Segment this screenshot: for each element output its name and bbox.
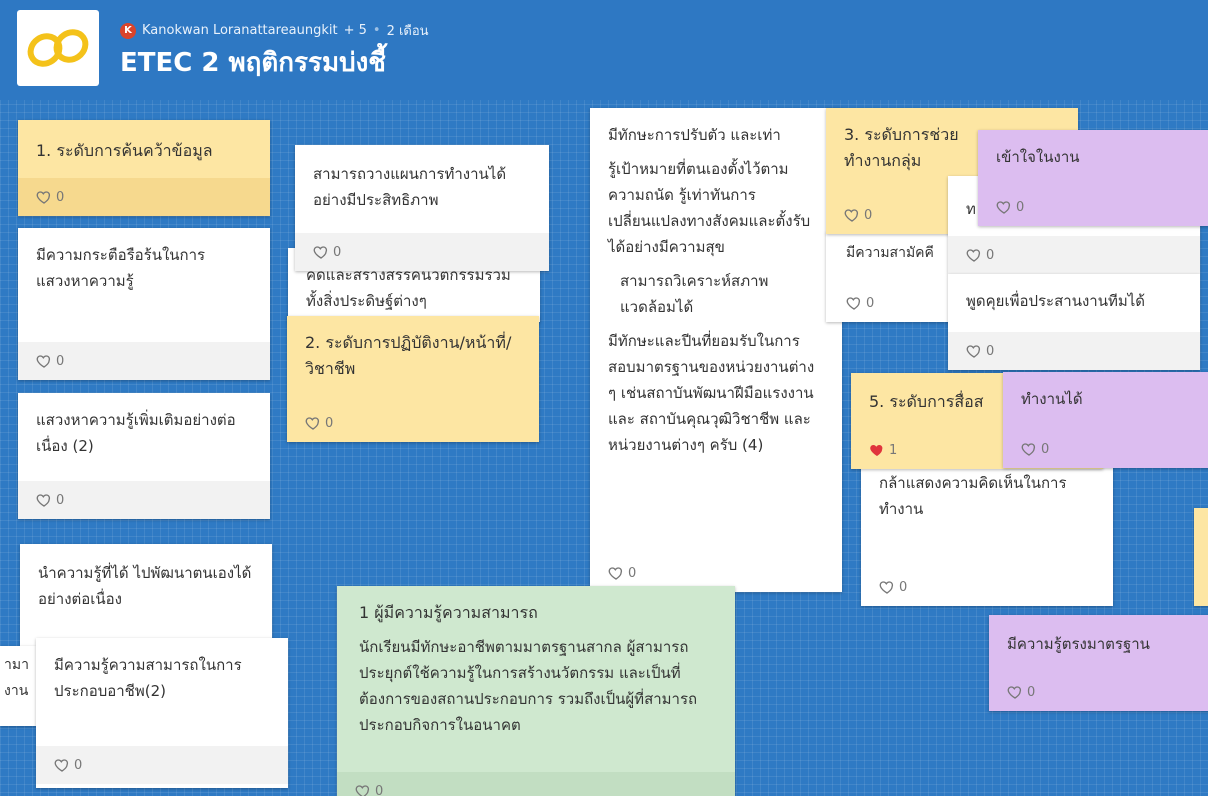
post-text: สามารถวางแผนการทำงานได้อย่างมีประสิทธิภา… [295, 145, 549, 213]
post-text-4: มีทักษะและปีนที่ยอมรับในการสอบมาตรฐานของ… [608, 328, 824, 458]
like-count: 0 [1016, 200, 1024, 215]
post-adapt[interactable]: มีทักษะการปรับตัว และเท่า รู้เป้าหมายที่… [590, 108, 842, 592]
post-seek[interactable]: แสวงหาความรู้เพิ่มเติมอย่างต่อเนื่อง (2)… [18, 393, 270, 519]
meta-separator: • [373, 23, 381, 38]
padlet-logo[interactable] [17, 10, 99, 86]
like-count: 0 [375, 784, 383, 796]
like-count: 1 [889, 443, 897, 458]
post-text: มีความกระตือรือร้นในการแสวงหาความรู้ [18, 228, 270, 294]
post-text: เข้าใจในงาน [978, 130, 1208, 170]
post-title: 1 ผู้มีความรู้ความสามารถ [359, 600, 715, 626]
post-partial-left[interactable]: ามา งาน [0, 646, 36, 726]
like-count: 0 [866, 296, 874, 311]
post-knowledgeable[interactable]: 1 ผู้มีความรู้ความสามารถ นักเรียนมีทักษะ… [337, 586, 735, 796]
heart-icon[interactable] [1021, 441, 1037, 457]
heart-icon[interactable] [54, 757, 70, 773]
post-text: นักเรียนมีทักษะอาชีพตามมาตรฐานสากล ผู้สา… [359, 634, 715, 738]
post-text: พูดคุยเพื่อประสานงานทีมได้ [948, 274, 1200, 314]
post-plan[interactable]: สามารถวางแผนการทำงานได้อย่างมีประสิทธิภา… [295, 145, 549, 271]
like-bar: 0 [861, 568, 1113, 606]
post-level1[interactable]: 1. ระดับการค้นคว้าข้อมูล 0 [18, 120, 270, 216]
like-bar: 0 [18, 342, 270, 380]
like-bar: 0 [948, 236, 1200, 274]
post-text-line1: ามา [0, 646, 36, 678]
heart-icon[interactable] [36, 189, 52, 205]
like-count: 0 [899, 580, 907, 595]
heart-filled-icon[interactable] [869, 442, 885, 458]
time-ago: 2 เดือน [387, 20, 429, 41]
like-bar: 0 [1003, 430, 1208, 468]
post-text-2: รู้เป้าหมายที่ตนเองตั้งไว้ตามความถนัด รู… [608, 156, 824, 260]
board-meta: K Kanokwan Loranattareaungkit + 5 • 2 เด… [120, 20, 429, 41]
contributors-count[interactable]: + 5 [344, 23, 367, 38]
heart-icon[interactable] [36, 353, 52, 369]
infinity-logo-icon [23, 20, 93, 76]
post-text-line2: งาน [0, 678, 36, 704]
heart-icon[interactable] [608, 565, 624, 581]
like-bar: 0 [36, 746, 288, 784]
post-can-work[interactable]: ทำงานได้ 0 [1003, 372, 1208, 468]
like-count: 0 [74, 758, 82, 773]
post-standard[interactable]: มีความรู้ตรงมาตรฐาน 0 [989, 615, 1208, 711]
heart-icon[interactable] [844, 207, 860, 223]
like-count: 0 [325, 416, 333, 431]
author-avatar[interactable]: K [120, 23, 136, 39]
post-occupation[interactable]: มีความรู้ความสามารถในการประกอบอาชีพ(2) 0 [36, 638, 288, 788]
heart-icon[interactable] [846, 295, 862, 311]
post-text: มีความรู้ความสามารถในการประกอบอาชีพ(2) [36, 638, 288, 704]
post-opinion[interactable]: กล้าแสดงความคิดเห็นในการทำงาน 0 [861, 456, 1113, 606]
heart-icon[interactable] [313, 244, 329, 260]
post-text: 2. ระดับการปฏิบัติงาน/หน้าที่/วิชาชีพ [287, 316, 539, 382]
like-count: 0 [1027, 685, 1035, 700]
padlet-header: K Kanokwan Loranattareaungkit + 5 • 2 เด… [0, 0, 1208, 100]
post-text: มีความสามัคคี [826, 232, 956, 266]
like-bar: 0 [18, 178, 270, 216]
post-text: แสวงหาความรู้เพิ่มเติมอย่างต่อเนื่อง (2) [18, 393, 270, 459]
like-count: 0 [628, 566, 636, 581]
post-understand[interactable]: เข้าใจในงาน 0 [978, 130, 1208, 226]
like-count: 0 [333, 245, 341, 260]
author-name[interactable]: Kanokwan Loranattareaungkit [142, 23, 338, 38]
board-title: ETEC 2 พฤติกรรมบ่งชี้ [120, 42, 386, 83]
post-eager[interactable]: มีความกระตือรือร้นในการแสวงหาความรู้ 0 [18, 228, 270, 380]
post-text-1: มีทักษะการปรับตัว และเท่า [608, 122, 824, 148]
heart-icon[interactable] [305, 415, 321, 431]
like-bar: 0 [18, 481, 270, 519]
like-count: 0 [986, 344, 994, 359]
heart-icon[interactable] [966, 247, 982, 263]
like-bar: 0 [948, 332, 1200, 370]
like-count: 0 [56, 354, 64, 369]
like-count: 0 [1041, 442, 1049, 457]
heart-icon[interactable] [996, 199, 1012, 215]
post-text-3: สามารถวิเคราะห์สภาพแวดล้อมได้ [608, 268, 824, 320]
like-bar: 0 [978, 188, 1208, 226]
like-bar: 0 [337, 772, 735, 796]
like-count: 0 [56, 190, 64, 205]
post-text: 1. ระดับการค้นคว้าข้อมูล [18, 120, 270, 164]
heart-icon[interactable] [966, 343, 982, 359]
like-bar: 0 [989, 673, 1208, 711]
post-partial-right[interactable] [1194, 508, 1208, 606]
post-volunteer[interactable]: มีความสามัคคี 0 [826, 232, 956, 322]
post-text: นำความรู้ที่ได้ ไปพัฒนาตนเองได้อย่างต่อเ… [20, 544, 272, 612]
like-count: 0 [864, 208, 872, 223]
like-count: 0 [986, 248, 994, 263]
like-bar: 0 [287, 404, 539, 442]
heart-icon[interactable] [1007, 684, 1023, 700]
post-text: มีความรู้ตรงมาตรฐาน [989, 615, 1208, 657]
post-level2[interactable]: 2. ระดับการปฏิบัติงาน/หน้าที่/วิชาชีพ 0 [287, 316, 539, 442]
like-count: 0 [56, 493, 64, 508]
like-bar: 0 [295, 233, 549, 271]
post-text: ทำงานได้ [1003, 372, 1208, 412]
heart-icon[interactable] [355, 783, 371, 796]
heart-icon[interactable] [879, 579, 895, 595]
heart-icon[interactable] [36, 492, 52, 508]
post-teamwork[interactable]: พูดคุยเพื่อประสานงานทีมได้ 0 [948, 274, 1200, 370]
like-bar: 0 [826, 284, 956, 322]
